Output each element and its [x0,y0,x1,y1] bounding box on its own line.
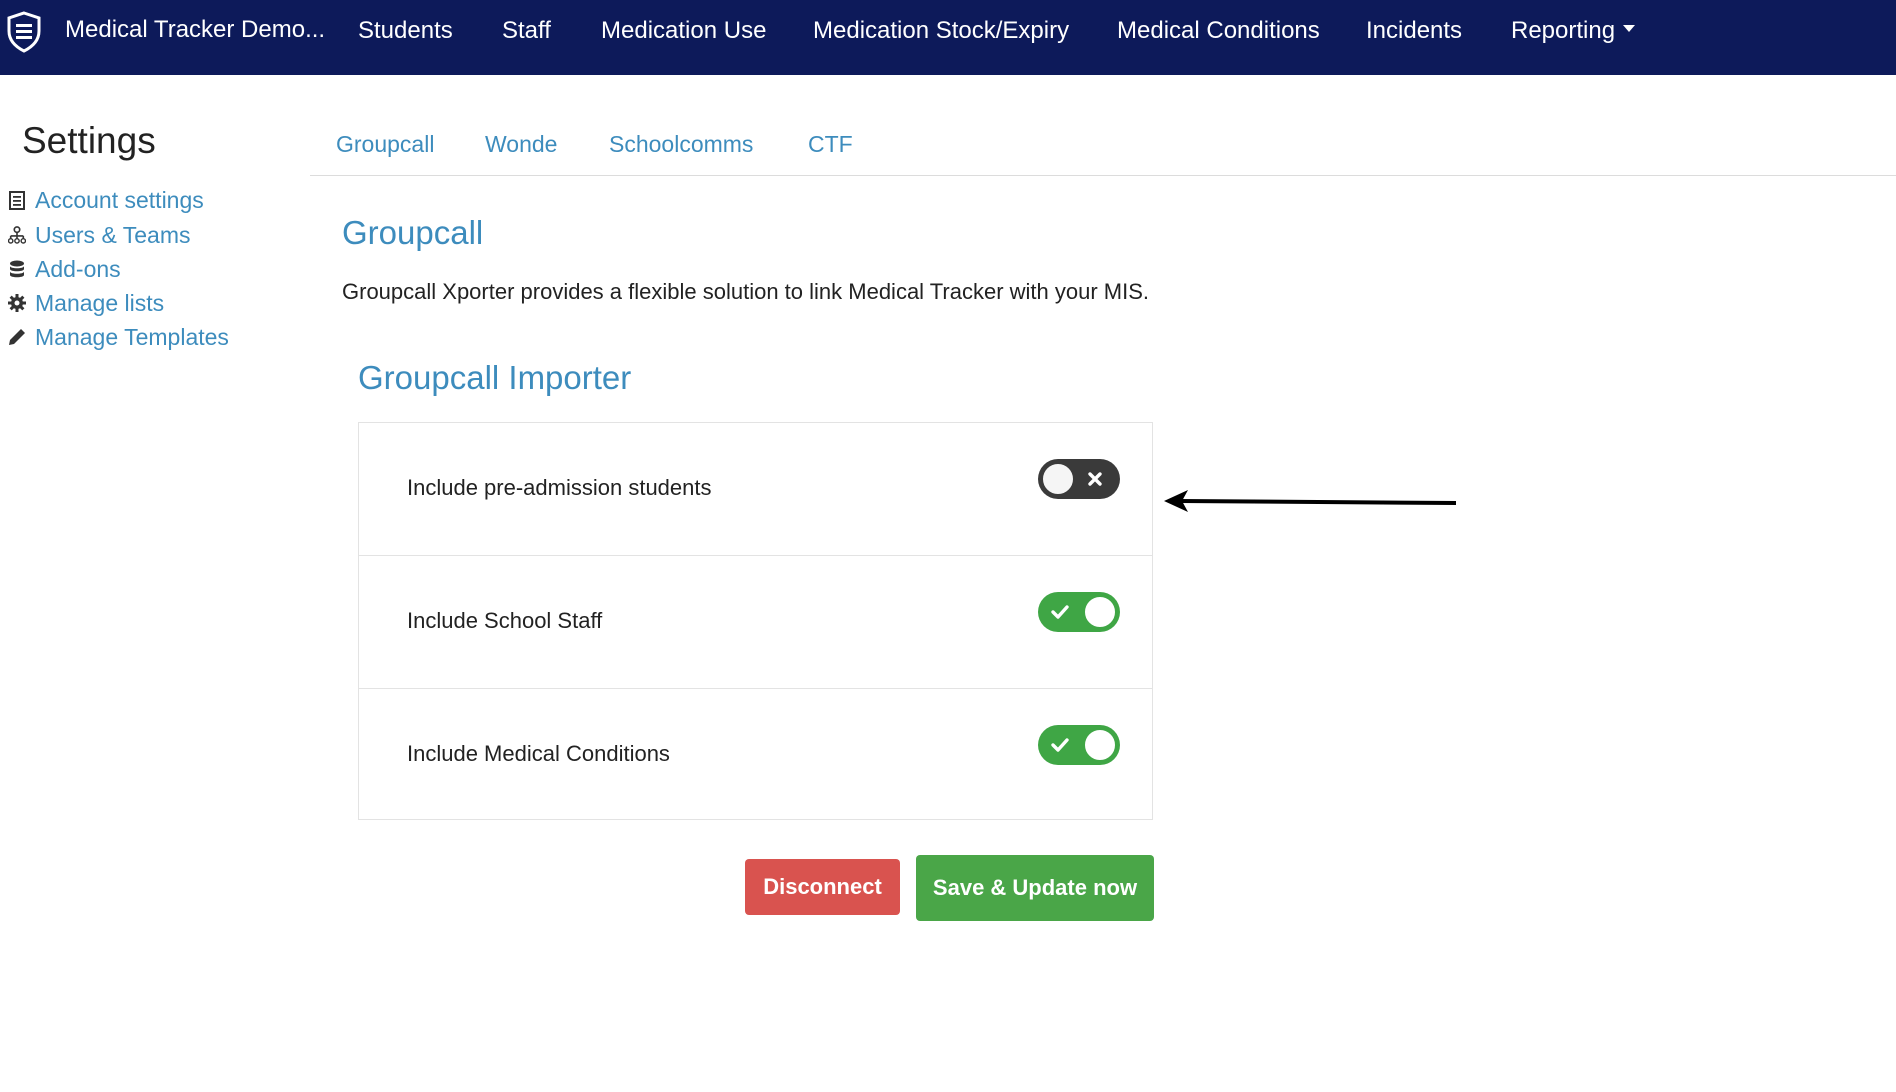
nav-incidents[interactable]: Incidents [1366,16,1462,46]
option-label: Include Medical Conditions [407,741,670,766]
x-icon [1088,472,1102,486]
importer-title: Groupcall Importer [358,359,632,396]
toggle-knob [1083,728,1117,762]
importer-options-card: Include pre-admission students Include S… [358,422,1153,820]
sidebar-item-label: Account settings [35,186,204,213]
tab-ctf[interactable]: CTF [808,129,853,159]
sidebar-item-label: Add-ons [35,255,121,282]
sidebar-item-users-teams[interactable]: Users & Teams [8,220,191,250]
sidebar-item-account-settings[interactable]: Account settings [8,185,204,215]
page-title: Groupcall [342,214,484,251]
sidebar-item-manage-templates[interactable]: Manage Templates [8,322,229,352]
nav-medication-use[interactable]: Medication Use [601,16,766,46]
document-list-icon [8,190,26,210]
toggle-knob [1083,595,1117,629]
nav-students[interactable]: Students [358,16,453,46]
annotation-arrow-icon [1164,490,1457,512]
tab-groupcall[interactable]: Groupcall [336,129,434,159]
toggle-knob [1041,462,1075,496]
checkmark-icon [1051,738,1069,752]
brand-title[interactable]: Medical Tracker Demo... [65,15,325,45]
nav-staff[interactable]: Staff [502,16,551,46]
medical-conditions-toggle[interactable] [1038,725,1120,765]
pre-admission-toggle[interactable] [1038,459,1120,499]
page-description: Groupcall Xporter provides a flexible so… [342,279,1150,304]
tab-wonde[interactable]: Wonde [485,129,557,159]
checkmark-icon [1051,605,1069,619]
option-row-pre-admission: Include pre-admission students [359,423,1152,556]
option-label: Include pre-admission students [407,475,712,500]
database-icon [8,259,26,279]
school-staff-toggle[interactable] [1038,592,1120,632]
nav-reporting-label: Reporting [1511,17,1616,44]
sidebar-item-label: Manage lists [35,289,165,316]
disconnect-button[interactable]: Disconnect [745,859,900,915]
tab-schoolcomms[interactable]: Schoolcomms [609,129,753,159]
option-row-school-staff: Include School Staff [359,556,1152,689]
top-navbar: Medical Tracker Demo... Students Staff M… [0,0,1896,75]
sidebar-item-label: Users & Teams [35,221,191,248]
gear-icon [8,293,26,313]
settings-title: Settings [22,120,156,161]
shield-logo-icon[interactable] [6,11,42,53]
save-update-button[interactable]: Save & Update now [916,855,1154,921]
tabs-divider [310,175,1896,176]
option-label: Include School Staff [407,608,603,633]
caret-down-icon [1623,25,1636,33]
nav-medical-conditions[interactable]: Medical Conditions [1117,16,1320,46]
sidebar-item-add-ons[interactable]: Add-ons [8,254,121,284]
option-row-medical-conditions: Include Medical Conditions [359,689,1152,822]
sidebar-item-label: Manage Templates [35,323,229,350]
nav-medication-stock-expiry[interactable]: Medication Stock/Expiry [813,16,1069,46]
sidebar-item-manage-lists[interactable]: Manage lists [8,288,164,318]
nav-reporting-dropdown[interactable]: Reporting [1511,16,1636,46]
pencil-icon [8,327,26,347]
org-chart-icon [8,225,26,245]
